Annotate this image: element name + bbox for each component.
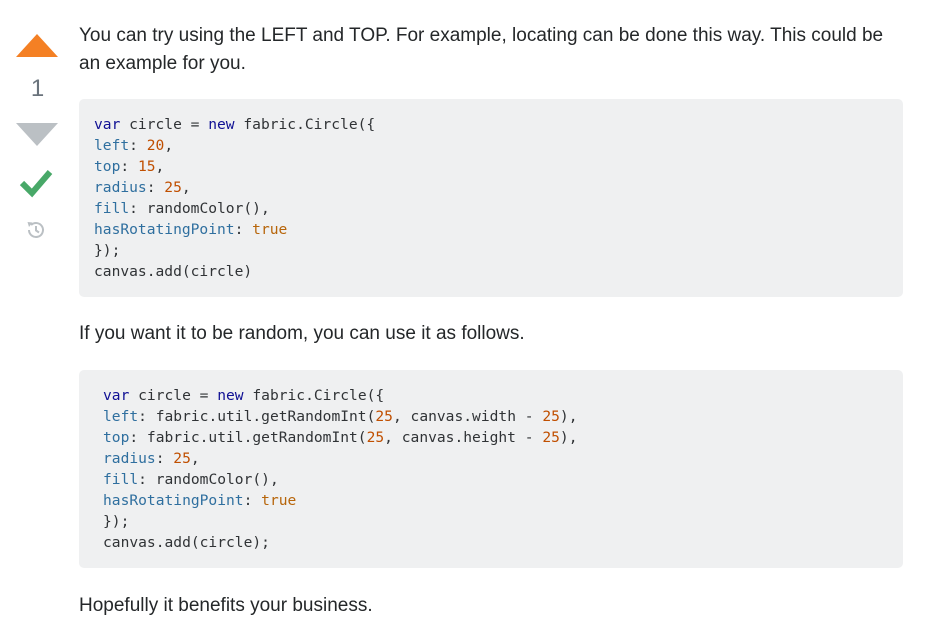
code-token: : fabric.util.getRandomInt( (129, 429, 367, 446)
code-token: , canvas.height - (384, 429, 543, 446)
code-token: 20 (146, 137, 165, 154)
code-token: new (208, 116, 235, 133)
code-token: fill (94, 200, 130, 217)
code-token: , (190, 450, 200, 467)
code-line: top: fabric.util.getRandomInt(25, canvas… (103, 427, 903, 448)
answer-paragraph: You can try using the LEFT and TOP. For … (79, 25, 884, 74)
code-token: : (234, 221, 253, 238)
code-token: top (103, 429, 130, 446)
downvote-arrow-icon[interactable] (16, 123, 58, 146)
code-token: canvas.add(circle); (103, 534, 270, 551)
code-token: var (103, 387, 130, 404)
code-token: left (103, 408, 139, 425)
code-token: left (94, 137, 130, 154)
code-token: fill (103, 471, 139, 488)
code-token: 25 (164, 179, 182, 196)
history-icon[interactable] (24, 218, 48, 242)
code-line: left: 20, (94, 135, 903, 156)
code-token: : (146, 179, 165, 196)
code-line: }); (103, 511, 903, 532)
code-token: ), (559, 408, 578, 425)
code-token: , (181, 179, 191, 196)
code-line: radius: 25, (103, 448, 903, 469)
upvote-arrow-icon[interactable] (16, 34, 58, 57)
code-token: 25 (542, 429, 560, 446)
code-token: 25 (542, 408, 560, 425)
code-token: radius (103, 450, 156, 467)
code-token: 25 (375, 408, 393, 425)
code-line: top: 15, (94, 156, 903, 177)
code-token: circle = (129, 387, 218, 404)
code-line: var circle = new fabric.Circle({ (103, 385, 903, 406)
code-token: : (155, 450, 174, 467)
code-token: hasRotatingPoint (103, 492, 244, 509)
code-token: , canvas.width - (392, 408, 543, 425)
code-line: fill: randomColor(), (94, 198, 903, 219)
answer-paragraph: If you want it to be random, you can use… (79, 323, 525, 344)
code-token: : (120, 158, 138, 175)
code-token: }); (94, 242, 121, 259)
code-block: var circle = new fabric.Circle({left: fa… (79, 370, 903, 568)
code-line: }); (94, 240, 903, 261)
code-token: : randomColor(), (138, 471, 279, 488)
code-token: }); (103, 513, 130, 530)
code-token: ), (559, 429, 578, 446)
code-block: var circle = new fabric.Circle({left: 20… (79, 99, 903, 297)
code-token: : fabric.util.getRandomInt( (138, 408, 376, 425)
code-token: : (243, 492, 262, 509)
code-token: radius (94, 179, 147, 196)
code-token: fabric.Circle({ (243, 387, 385, 404)
code-line: hasRotatingPoint: true (94, 219, 903, 240)
code-line: canvas.add(circle); (103, 532, 903, 553)
code-token: fabric.Circle({ (234, 116, 376, 133)
vote-count: 1 (30, 75, 45, 102)
code-token: , (164, 137, 174, 154)
code-line: hasRotatingPoint: true (103, 490, 903, 511)
code-token: top (94, 158, 121, 175)
accepted-checkmark-icon (19, 170, 53, 198)
code-line: var circle = new fabric.Circle({ (94, 114, 903, 135)
code-token: 25 (173, 450, 191, 467)
answer-paragraph: Hopefully it benefits your business. (79, 595, 373, 616)
code-token: : (129, 137, 147, 154)
code-line: left: fabric.util.getRandomInt(25, canva… (103, 406, 903, 427)
code-token: true (261, 492, 297, 509)
code-token: hasRotatingPoint (94, 221, 235, 238)
code-token: canvas.add(circle) (94, 263, 253, 280)
code-token: new (217, 387, 244, 404)
code-token: true (252, 221, 288, 238)
code-token: circle = (120, 116, 209, 133)
code-token: , (155, 158, 165, 175)
code-token: : randomColor(), (129, 200, 270, 217)
code-line: radius: 25, (94, 177, 903, 198)
code-token: 15 (137, 158, 156, 175)
code-line: fill: randomColor(), (103, 469, 903, 490)
code-token: 25 (366, 429, 385, 446)
code-line: canvas.add(circle) (94, 261, 903, 282)
code-token: var (94, 116, 121, 133)
